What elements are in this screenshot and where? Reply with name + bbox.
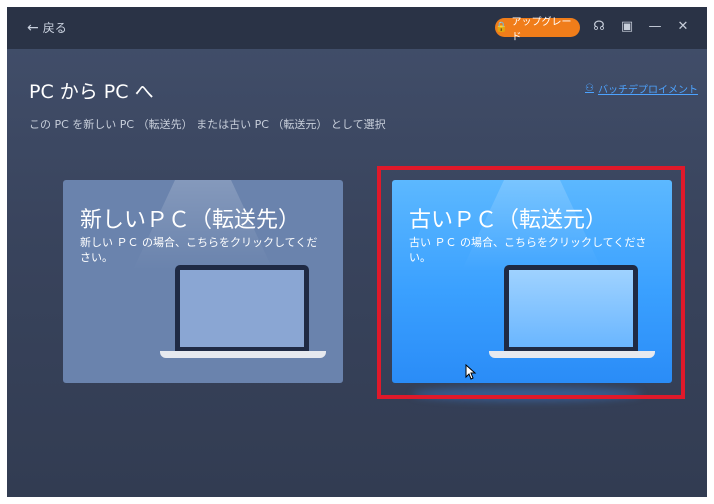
- download-icon[interactable]: ▣: [618, 18, 636, 36]
- new-pc-description: 新しい ＰＣ の場合、こちらをクリックしてください。: [80, 236, 318, 264]
- back-button[interactable]: ← 戻る: [27, 19, 67, 36]
- page-subtitle: この PC を新しい PC （転送先） または古い PC （転送元） として選択: [29, 118, 386, 131]
- headset-icon[interactable]: ☊: [590, 18, 608, 36]
- old-pc-title: 古いＰＣ（転送元）: [409, 208, 608, 233]
- network-icon: ⚇: [585, 83, 594, 94]
- laptop-base: [489, 351, 655, 358]
- laptop-icon: [504, 265, 638, 351]
- close-icon[interactable]: ✕: [674, 18, 692, 36]
- old-pc-card[interactable]: 古いＰＣ（転送元） 古い ＰＣ の場合、こちらをクリックしてください。: [392, 180, 672, 383]
- new-pc-card[interactable]: 新しいＰＣ（転送先） 新しい ＰＣ の場合、こちらをクリックしてください。: [63, 180, 343, 383]
- upgrade-button[interactable]: 🔒 アップグレード: [495, 17, 580, 43]
- back-arrow-icon: ←: [27, 19, 39, 36]
- lock-icon: 🔒: [495, 22, 508, 33]
- mouse-cursor-icon: [465, 364, 477, 380]
- batch-deployment-link[interactable]: ⚇ バッチデプロイメント: [585, 81, 698, 96]
- back-label: 戻る: [42, 21, 67, 35]
- new-pc-title: 新しいＰＣ（転送先）: [80, 208, 301, 233]
- old-pc-description: 古い ＰＣ の場合、こちらをクリックしてください。: [409, 236, 647, 264]
- laptop-base: [160, 351, 326, 358]
- minimize-icon[interactable]: —: [646, 18, 664, 36]
- batch-deployment-label: バッチデプロイメント: [597, 85, 698, 96]
- app-window: ← 戻る 🔒 アップグレード ☊ ▣ — ✕ PC から PC へ ⚇ バッチデ…: [7, 7, 707, 497]
- laptop-icon: [175, 265, 309, 351]
- page-title: PC から PC へ: [29, 81, 154, 103]
- upgrade-label: アップグレード: [511, 16, 572, 43]
- title-bar: ← 戻る 🔒 アップグレード ☊ ▣ — ✕: [7, 7, 707, 49]
- card-glow: [412, 387, 642, 401]
